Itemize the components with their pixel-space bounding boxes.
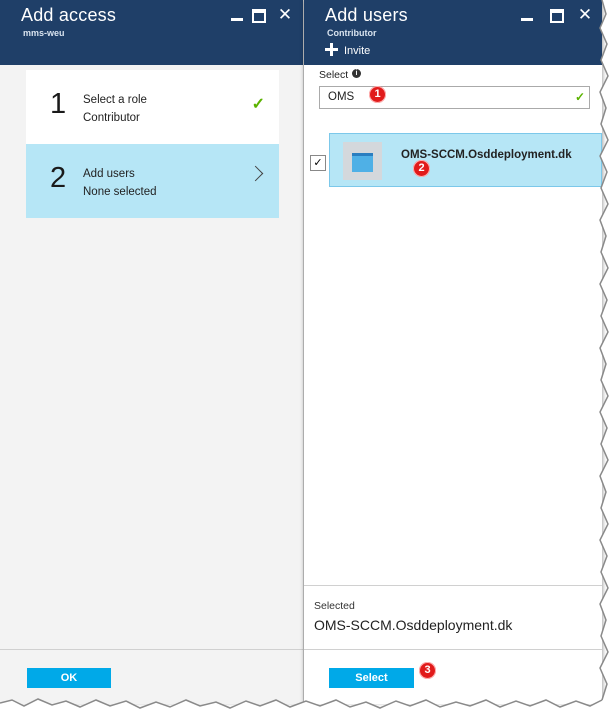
blade-title: Add access: [21, 5, 117, 25]
info-icon[interactable]: i: [352, 69, 361, 78]
select-button[interactable]: Select: [329, 668, 414, 688]
close-button[interactable]: ✕: [276, 6, 294, 24]
select-label: Select: [319, 69, 349, 81]
blade-header: Add access mms-weu ✕: [0, 0, 303, 65]
chevron-right-icon: [247, 165, 264, 182]
close-icon: ✕: [277, 5, 293, 25]
maximize-icon: [252, 9, 266, 23]
step-add-users[interactable]: 2 Add users None selected: [26, 144, 279, 218]
blade-footer: OK: [0, 649, 303, 704]
step-value: Contributor: [83, 112, 140, 124]
step-number: 2: [50, 162, 67, 194]
selected-label: Selected: [314, 600, 355, 612]
blade-header: Add users Contributor ✕ Invite: [304, 0, 602, 65]
plus-icon: [325, 43, 338, 56]
checkmark-icon: ✓: [574, 90, 585, 104]
invite-label: Invite: [344, 45, 371, 57]
minimize-button[interactable]: [228, 6, 246, 24]
minimize-button[interactable]: [518, 6, 536, 24]
step-value: None selected: [83, 186, 157, 198]
results-list: ✓ OMS-SCCM.Osddeployment.dk: [304, 133, 602, 187]
step-select-role[interactable]: 1 Select a role Contributor ✓: [26, 70, 279, 144]
step-marker-2: 2: [413, 160, 430, 177]
step-title: Add users: [83, 168, 135, 180]
step-marker-1: 1: [369, 86, 386, 103]
blade-footer: Select: [304, 649, 602, 704]
minimize-icon: [521, 18, 533, 21]
selected-value: OMS-SCCM.Osddeployment.dk: [314, 617, 513, 633]
maximize-button[interactable]: [250, 6, 268, 24]
step-number: 1: [50, 88, 67, 120]
close-button[interactable]: ✕: [576, 6, 594, 24]
result-name: OMS-SCCM.Osddeployment.dk: [401, 149, 572, 161]
blade-subtitle: Contributor: [327, 28, 377, 38]
add-access-blade: Add access mms-weu ✕ 1 Select a role Con…: [0, 0, 304, 704]
minimize-icon: [231, 18, 243, 21]
list-item[interactable]: OMS-SCCM.Osddeployment.dk: [329, 133, 602, 187]
step-title: Select a role: [83, 94, 147, 106]
result-checkbox[interactable]: ✓: [310, 155, 326, 171]
blade-title: Add users: [325, 5, 408, 25]
search-input[interactable]: OMS ✓: [319, 86, 590, 109]
maximize-icon: [550, 9, 564, 23]
maximize-button[interactable]: [548, 6, 566, 24]
search-value: OMS: [328, 91, 355, 103]
add-users-blade: Add users Contributor ✕ Invite Select i …: [304, 0, 603, 704]
ok-button[interactable]: OK: [27, 668, 111, 688]
close-icon: ✕: [577, 5, 593, 25]
selected-section: Selected OMS-SCCM.Osddeployment.dk: [304, 585, 602, 650]
checkmark-icon: ✓: [251, 96, 265, 113]
step-marker-3: 3: [419, 662, 436, 679]
app-icon: [343, 142, 382, 180]
blade-subtitle: mms-weu: [23, 28, 65, 38]
